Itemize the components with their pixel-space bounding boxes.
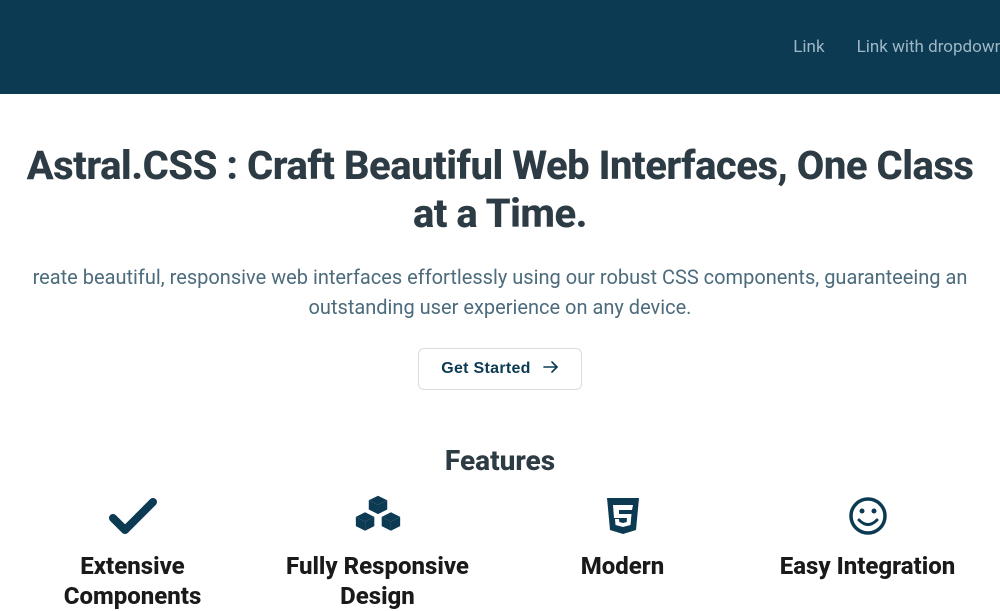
- feature-item: Extensive Components: [10, 495, 255, 611]
- cubes-icon: [354, 495, 402, 537]
- nav-link[interactable]: Link: [793, 37, 824, 57]
- feature-item: Fully Responsive Design: [255, 495, 500, 611]
- arrow-right-icon: [543, 360, 559, 378]
- feature-item: Easy Integration: [745, 495, 990, 611]
- features-heading: Features: [0, 444, 1000, 477]
- features-grid: Extensive Components: [0, 495, 1000, 611]
- hero-section: Astral.CSS : Craft Beautiful Web Interfa…: [0, 94, 1000, 390]
- nav-link-dropdown[interactable]: Link with dropdown: [857, 37, 1000, 57]
- smile-icon: [844, 495, 892, 537]
- feature-title: Easy Integration: [780, 551, 955, 581]
- nav-links: Link Link with dropdown: [793, 37, 1000, 57]
- css3-icon: [599, 495, 647, 537]
- cta-label: Get Started: [441, 360, 531, 378]
- feature-title: Modern: [581, 551, 665, 581]
- navbar: Link Link with dropdown: [0, 0, 1000, 94]
- feature-title: Extensive Components: [18, 551, 247, 611]
- hero-title: Astral.CSS : Craft Beautiful Web Interfa…: [0, 142, 1000, 238]
- feature-item: Modern: [500, 495, 745, 611]
- feature-title: Fully Responsive Design: [263, 551, 492, 611]
- get-started-button[interactable]: Get Started: [418, 348, 582, 390]
- check-icon: [109, 495, 157, 537]
- hero-subtitle: reate beautiful, responsive web interfac…: [0, 262, 1000, 322]
- features-section: Features Extensive Components: [0, 444, 1000, 611]
